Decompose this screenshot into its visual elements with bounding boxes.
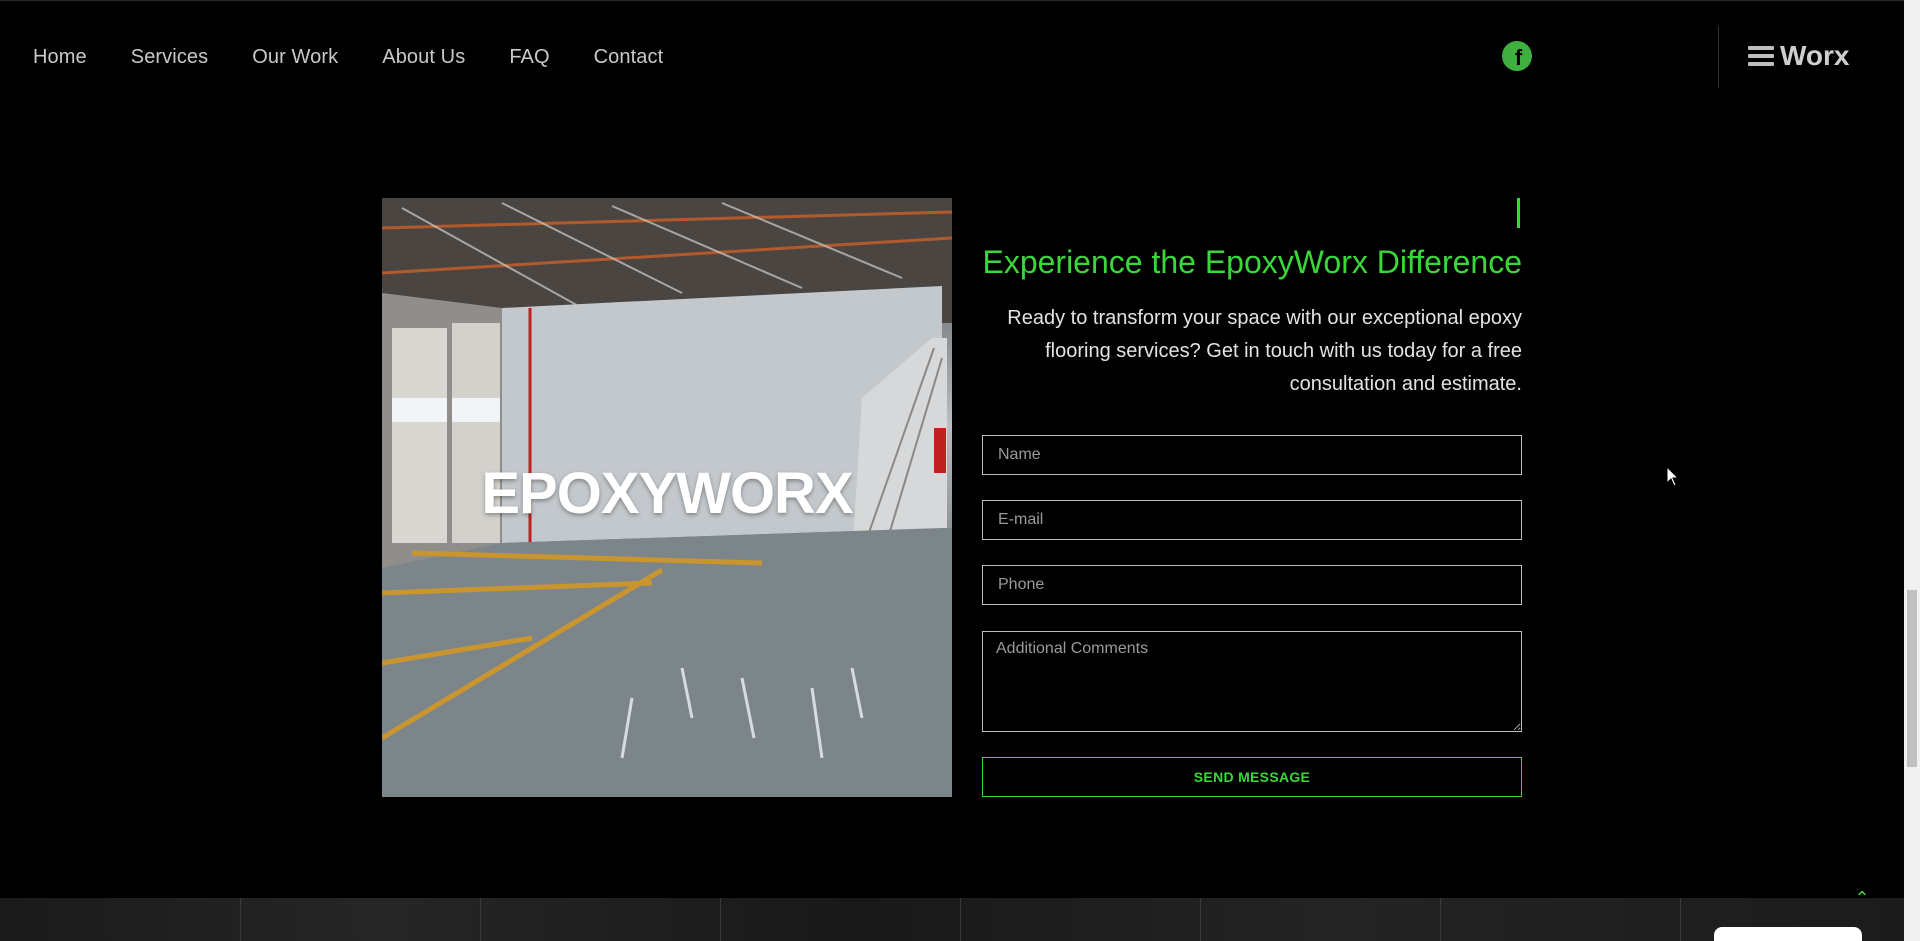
chevron-up-icon[interactable]: ⌃ <box>1850 886 1874 910</box>
accent-bar <box>1517 198 1520 228</box>
email-input[interactable] <box>982 500 1522 540</box>
nav-home[interactable]: Home <box>33 46 87 69</box>
brand-text: Worx <box>1780 40 1850 71</box>
nav-services[interactable]: Services <box>131 46 209 69</box>
hamburger-icon <box>1748 46 1774 66</box>
header-divider <box>1718 26 1719 88</box>
phone-input[interactable] <box>982 565 1522 605</box>
next-section-background <box>0 898 1904 941</box>
chat-widget[interactable] <box>1714 927 1862 941</box>
nav-contact[interactable]: Contact <box>594 46 664 69</box>
comments-textarea[interactable] <box>982 631 1522 732</box>
mouse-cursor-icon <box>1666 466 1680 487</box>
main-nav: Home Services Our Work About Us FAQ Cont… <box>33 40 707 74</box>
scrollbar-track[interactable] <box>1904 0 1920 941</box>
send-message-button[interactable]: SEND MESSAGE <box>982 757 1522 797</box>
nav-about-us[interactable]: About Us <box>382 46 465 69</box>
page: Home Services Our Work About Us FAQ Cont… <box>0 0 1920 941</box>
nav-our-work[interactable]: Our Work <box>252 46 338 69</box>
scrollbar-thumb[interactable] <box>1907 590 1917 767</box>
hero-logo-text: EPOXYWORX <box>481 461 853 526</box>
brand-logo[interactable]: Worx <box>1748 40 1850 72</box>
warehouse-floor-image: EPOXYWORX <box>382 198 952 797</box>
top-border <box>0 0 1904 1</box>
name-input[interactable] <box>982 435 1522 475</box>
contact-blurb: Ready to transform your space with our e… <box>1007 307 1522 395</box>
contact-headline: Experience the EpoxyWorx Difference <box>982 244 1522 280</box>
nav-faq[interactable]: FAQ <box>509 46 549 69</box>
facebook-icon[interactable]: f <box>1502 41 1532 71</box>
